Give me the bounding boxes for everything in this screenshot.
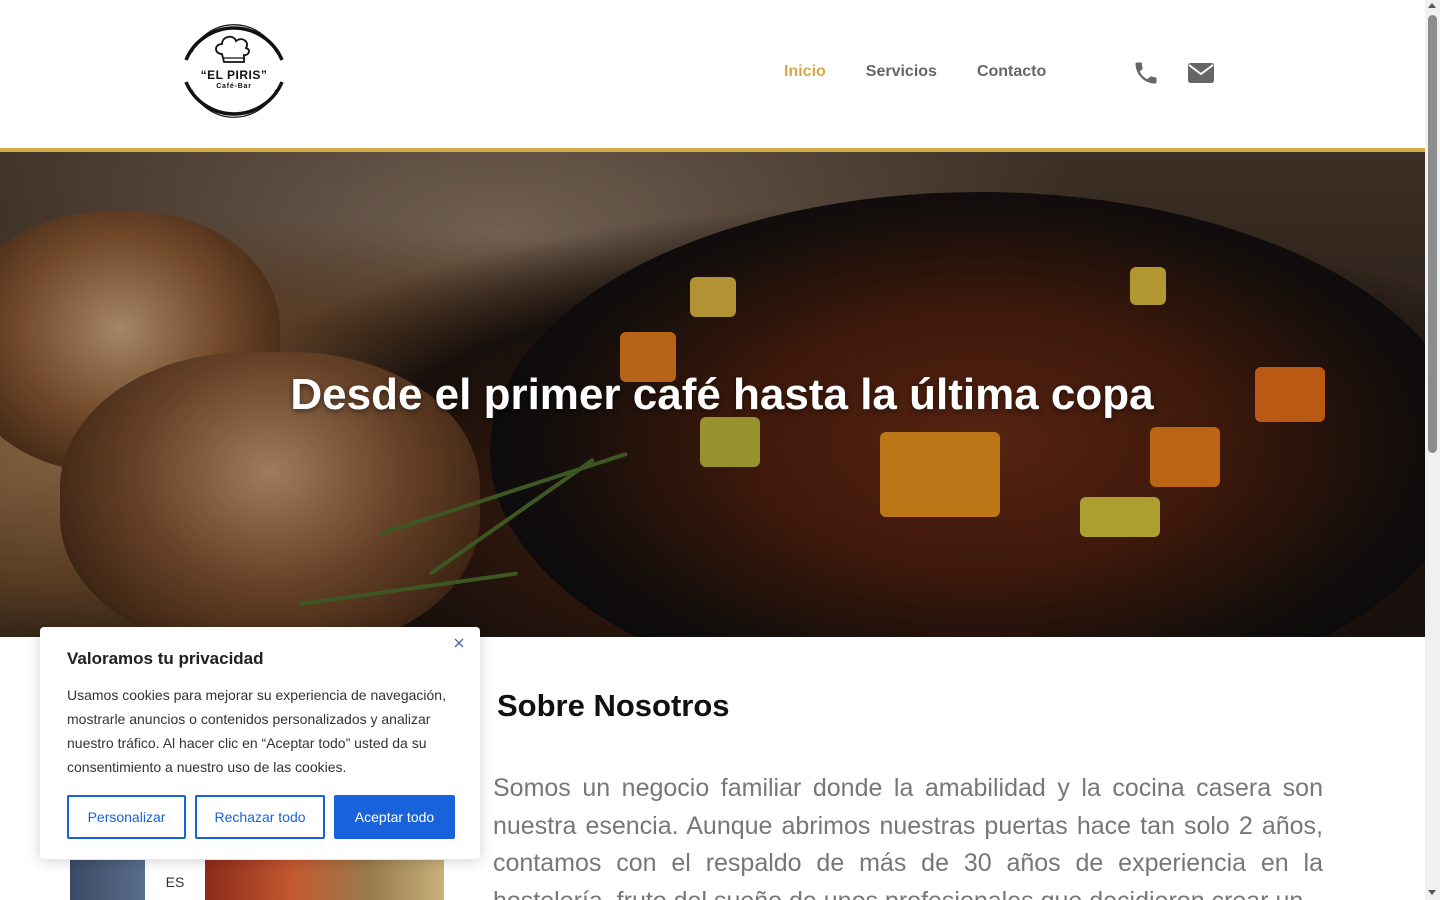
mail-icon[interactable] [1187, 61, 1215, 85]
language-switcher[interactable]: ES [145, 855, 205, 900]
main-nav: Inicio Servicios Contacto [784, 63, 1046, 81]
site-header: “EL PIRIS” Café-Bar Inicio Servicios Con… [0, 0, 1425, 148]
accept-all-button[interactable]: Aceptar todo [334, 795, 455, 839]
nav-item-inicio[interactable]: Inicio [784, 63, 826, 81]
gallery-image [70, 860, 444, 900]
phone-icon[interactable] [1132, 59, 1160, 87]
site-logo[interactable]: “EL PIRIS” Café-Bar [178, 10, 290, 130]
nav-item-contacto[interactable]: Contacto [977, 63, 1046, 81]
chef-hat-icon [215, 35, 250, 63]
logo-title: “EL PIRIS” [200, 68, 268, 82]
about-text: Somos un negocio familiar donde la amabi… [493, 774, 1323, 900]
cookie-banner: Valoramos tu privacidad Usamos cookies p… [40, 627, 480, 859]
reject-all-button[interactable]: Rechazar todo [195, 795, 325, 839]
cookie-actions: Personalizar Rechazar todo Aceptar todo [67, 795, 455, 839]
cookie-body: Usamos cookies para mejorar su experienc… [67, 687, 446, 775]
about-title: Sobre Nosotros [497, 688, 730, 723]
customize-button[interactable]: Personalizar [67, 795, 186, 839]
logo-subtitle: Café-Bar [216, 83, 252, 90]
nav-item-servicios[interactable]: Servicios [866, 63, 937, 81]
scroll-up-arrow-icon[interactable] [1428, 3, 1436, 8]
scroll-down-arrow-icon[interactable] [1428, 890, 1436, 895]
close-icon[interactable] [452, 636, 466, 650]
page-scrollbar[interactable] [1425, 0, 1440, 900]
hero-headline: Desde el primer café hasta la última cop… [290, 370, 1154, 419]
hero-banner: Desde el primer café hasta la última cop… [0, 152, 1425, 637]
scrollbar-thumb[interactable] [1428, 15, 1437, 453]
cookie-title: Valoramos tu privacidad [67, 649, 264, 668]
